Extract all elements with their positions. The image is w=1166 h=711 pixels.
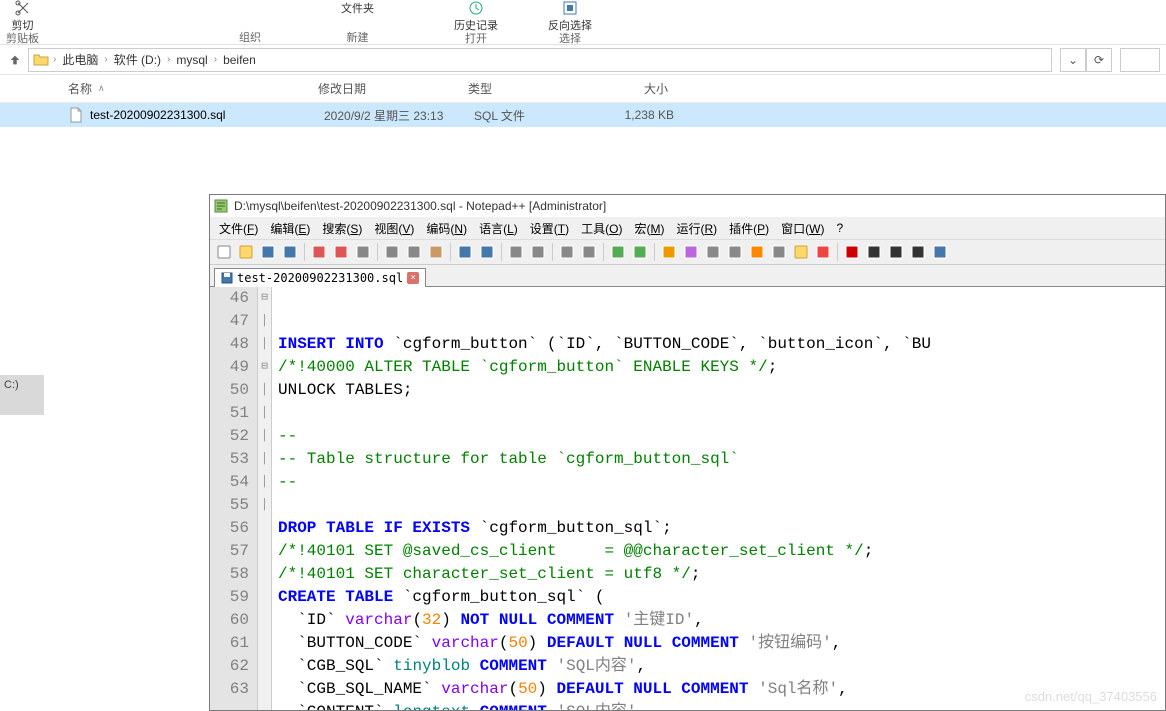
func-list-icon[interactable] (769, 242, 789, 262)
save-all-icon[interactable] (280, 242, 300, 262)
undo-icon[interactable] (455, 242, 475, 262)
window-titlebar[interactable]: D:\mysql\beifen\test-20200902231300.sql … (210, 195, 1165, 217)
column-name[interactable]: 名称∧ (68, 80, 318, 97)
column-size[interactable]: 大小 (578, 80, 668, 97)
menu-bar: 文件(F)编辑(E)搜索(S)视图(V)编码(N)语言(L)设置(T)工具(O)… (210, 217, 1165, 239)
stop-icon[interactable] (864, 242, 884, 262)
sort-indicator-icon: ∧ (98, 83, 105, 94)
print-icon[interactable] (353, 242, 373, 262)
up-arrow-icon (8, 53, 22, 67)
refresh-icon: ⟳ (1094, 53, 1104, 67)
history-icon (468, 0, 484, 16)
sync-h-icon[interactable] (630, 242, 650, 262)
play-multi-icon[interactable] (908, 242, 928, 262)
new-file-icon[interactable] (214, 242, 234, 262)
ribbon-invert-select[interactable]: 反向选择 (548, 0, 592, 33)
file-date: 2020/9/2 星期三 23:13 (324, 107, 474, 124)
play-icon[interactable] (886, 242, 906, 262)
ribbon-folder[interactable]: 文件夹 (341, 0, 374, 16)
chars-icon[interactable] (681, 242, 701, 262)
code-editor[interactable]: 464748495051525354555657585960616263 ⊟││… (210, 287, 1165, 710)
menu-item[interactable]: 视图(V) (369, 218, 419, 239)
nav-tree-item[interactable]: C:) (0, 375, 44, 415)
search-input[interactable] (1120, 48, 1160, 72)
file-name: test-20200902231300.sql (90, 108, 324, 122)
ribbon-history[interactable]: 历史记录 (454, 0, 498, 33)
column-type[interactable]: 类型 (468, 80, 578, 97)
lang-icon[interactable] (725, 242, 745, 262)
doc-map-icon[interactable] (747, 242, 767, 262)
sync-v-icon[interactable] (608, 242, 628, 262)
menu-item[interactable]: 编码(N) (421, 218, 472, 239)
redo-icon[interactable] (477, 242, 497, 262)
wrap-icon[interactable] (659, 242, 679, 262)
file-type: SQL 文件 (474, 107, 584, 124)
breadcrumb-seg-1[interactable]: 软件 (D:) (108, 51, 167, 68)
ribbon: 剪切 剪贴板 组织 文件夹 新建 历史记录 打开 反向选择 (0, 0, 1166, 45)
rec-icon[interactable] (842, 242, 862, 262)
menu-item[interactable]: 语言(L) (474, 218, 523, 239)
watermark: csdn.net/qq_37403556 (1025, 685, 1157, 708)
save-macro-icon[interactable] (930, 242, 950, 262)
menu-item[interactable]: 工具(O) (576, 218, 627, 239)
code-content[interactable]: INSERT INTO `cgform_button` (`ID`, `BUTT… (272, 287, 1165, 710)
file-tab[interactable]: test-20200902231300.sql × (214, 268, 426, 287)
close-icon[interactable]: × (407, 272, 419, 284)
copy-icon[interactable] (404, 242, 424, 262)
tab-bar: test-20200902231300.sql × (210, 265, 1165, 287)
menu-item[interactable]: 编辑(E) (265, 218, 315, 239)
monitor-icon[interactable] (813, 242, 833, 262)
ribbon-group-new: 新建 (347, 29, 369, 45)
column-date[interactable]: 修改日期 (318, 80, 468, 97)
tab-label: test-20200902231300.sql (237, 271, 403, 285)
line-gutter: 464748495051525354555657585960616263 (210, 287, 258, 710)
zoom-out-icon[interactable] (579, 242, 599, 262)
menu-item[interactable]: 插件(P) (724, 218, 774, 239)
fold-column: ⊟││⊟││││││ (258, 287, 272, 710)
file-row[interactable]: test-20200902231300.sql 2020/9/2 星期三 23:… (0, 103, 1166, 127)
close-icon[interactable] (309, 242, 329, 262)
paste-icon[interactable] (426, 242, 446, 262)
toolbar (210, 239, 1165, 265)
cut-icon[interactable] (382, 242, 402, 262)
chevron-down-icon: ⌄ (1068, 53, 1078, 67)
scissors-icon (15, 0, 31, 16)
file-icon (68, 107, 84, 123)
menu-item[interactable]: 窗口(W) (776, 218, 829, 239)
menu-item[interactable]: 宏(M) (629, 218, 669, 239)
find-icon[interactable] (506, 242, 526, 262)
file-size: 1,238 KB (584, 108, 674, 122)
breadcrumb[interactable]: › 此电脑 › 软件 (D:) › mysql › beifen (28, 48, 1052, 72)
address-bar: › 此电脑 › 软件 (D:) › mysql › beifen ⌄ ⟳ (0, 45, 1166, 75)
menu-item[interactable]: 搜索(S) (317, 218, 367, 239)
refresh-button[interactable]: ⟳ (1086, 48, 1112, 72)
dropdown-button[interactable]: ⌄ (1060, 48, 1086, 72)
menu-item[interactable]: 设置(T) (525, 218, 574, 239)
ribbon-group-organize: 组织 (239, 29, 261, 45)
menu-item[interactable]: 文件(F) (214, 218, 263, 239)
breadcrumb-seg-0[interactable]: 此电脑 (56, 51, 104, 68)
notepad-window: D:\mysql\beifen\test-20200902231300.sql … (209, 194, 1166, 711)
folder-view-icon[interactable] (791, 242, 811, 262)
column-headers: 名称∧ 修改日期 类型 大小 (0, 75, 1166, 103)
indent-icon[interactable] (703, 242, 723, 262)
save-icon (221, 272, 233, 284)
zoom-in-icon[interactable] (557, 242, 577, 262)
window-title: D:\mysql\beifen\test-20200902231300.sql … (234, 199, 606, 213)
close-all-icon[interactable] (331, 242, 351, 262)
ribbon-cut[interactable]: 剪切 (12, 0, 34, 33)
menu-item[interactable]: 运行(R) (671, 218, 722, 239)
menu-item[interactable]: ? (831, 219, 848, 237)
breadcrumb-seg-3[interactable]: beifen (217, 53, 262, 67)
breadcrumb-seg-2[interactable]: mysql (170, 53, 213, 67)
up-button[interactable] (6, 51, 24, 69)
replace-icon[interactable] (528, 242, 548, 262)
invert-select-icon (562, 0, 578, 16)
notepad-app-icon (214, 199, 228, 213)
folder-icon (33, 52, 49, 68)
save-icon[interactable] (258, 242, 278, 262)
open-icon[interactable] (236, 242, 256, 262)
